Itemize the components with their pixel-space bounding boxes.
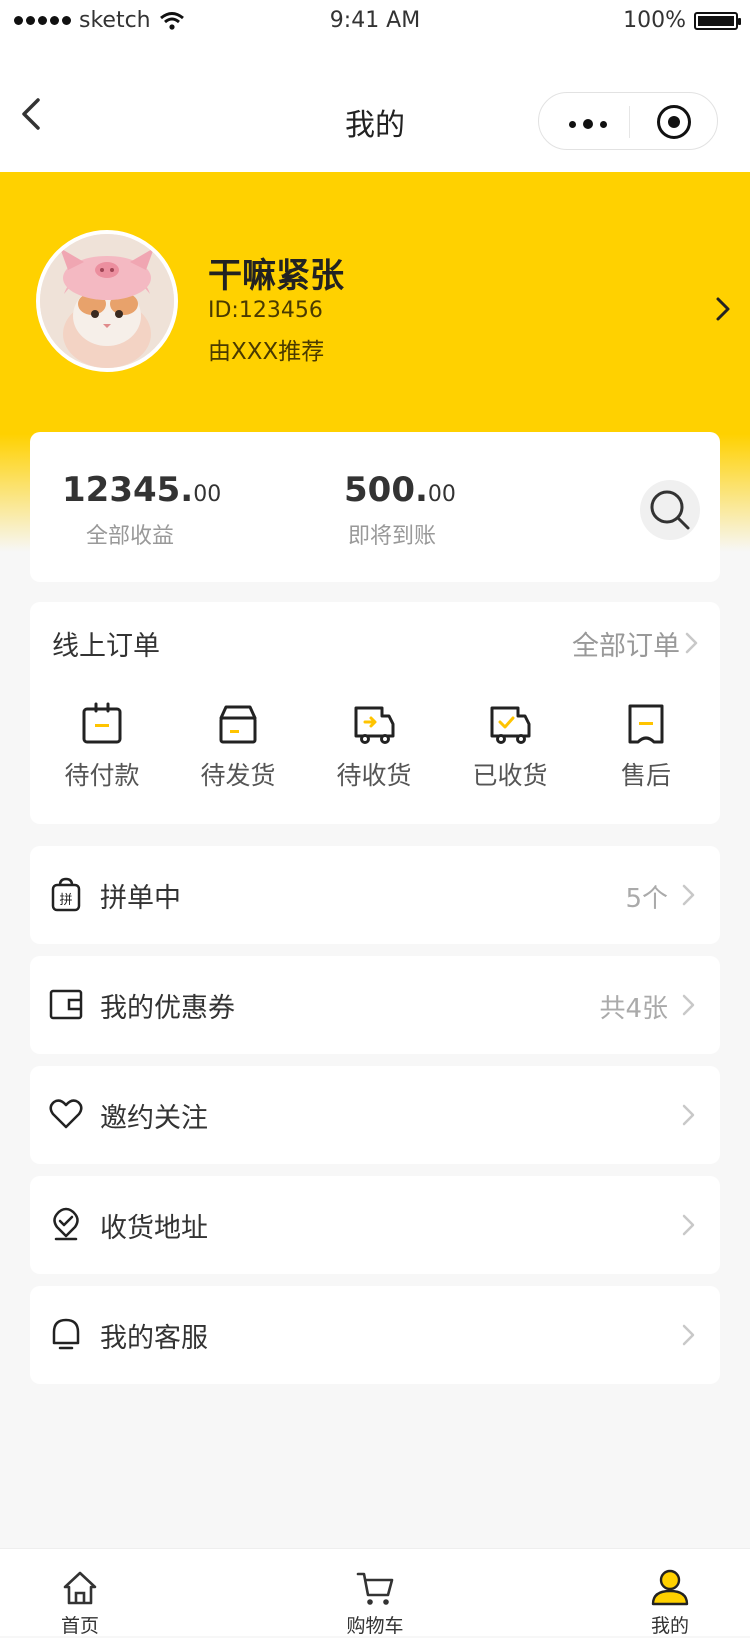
order-status-label: 待付款: [64, 761, 140, 790]
order-status-label: 待发货: [200, 761, 276, 790]
profile-chevron-right-icon[interactable]: [710, 296, 736, 322]
location-pin-icon: [53, 1207, 79, 1241]
search-icon: [650, 490, 690, 530]
all-orders-chevron-icon[interactable]: [682, 630, 700, 656]
battery-status: 100%: [623, 8, 741, 33]
battery-percent: 100%: [623, 8, 686, 33]
order-pending-receipt[interactable]: 待收货: [308, 702, 440, 792]
pending-earnings-label: 即将到账: [348, 524, 437, 549]
tab-label: 首页: [60, 1615, 99, 1637]
chevron-right-icon: [682, 884, 695, 906]
customer-service-icon: [52, 1318, 80, 1350]
capsule-divider: [629, 106, 630, 138]
total-earnings-value: 12345.00: [62, 470, 222, 510]
total-earnings-label: 全部收益: [86, 524, 175, 549]
status-bar: sketch 9:41 AM 100%: [0, 0, 750, 44]
menu-label: 邀约关注: [100, 1103, 208, 1134]
pending-payment-icon: [82, 702, 122, 744]
nav-bar: 我的: [0, 44, 750, 172]
menu-row-customer-service[interactable]: 我的客服: [30, 1286, 720, 1384]
order-after-sales[interactable]: 售后: [580, 702, 712, 792]
referrer-text: 由XXX推荐: [208, 339, 325, 365]
cart-icon: [356, 1572, 394, 1605]
received-icon: [490, 706, 531, 744]
menu-value: 共4张: [599, 994, 668, 1024]
home-icon: [63, 1571, 97, 1605]
menu-label: 我的优惠券: [100, 993, 235, 1024]
user-name: 干嘛紧张: [208, 256, 344, 296]
chevron-right-icon: [682, 1104, 695, 1126]
all-orders-link[interactable]: 全部订单: [572, 624, 680, 663]
pending-receipt-icon: [354, 706, 395, 744]
pending-shipment-icon: [219, 705, 257, 744]
menu-row-coupons[interactable]: 我的优惠券 共4张: [30, 956, 720, 1054]
order-status-label: 待收货: [336, 761, 412, 790]
battery-icon: [694, 11, 741, 30]
orders-title: 线上订单: [52, 631, 160, 662]
user-id: ID:123456: [208, 298, 323, 323]
heart-icon: [49, 1099, 83, 1129]
svg-text:拼: 拼: [59, 893, 72, 908]
miniprogram-capsule: [538, 92, 718, 150]
user-icon: [651, 1569, 689, 1606]
search-button[interactable]: [640, 480, 700, 540]
tab-cart[interactable]: 购物车: [315, 1549, 435, 1638]
more-icon[interactable]: [569, 119, 607, 129]
tab-bar: 首页 购物车 我的: [0, 1548, 750, 1638]
chevron-right-icon: [682, 1214, 695, 1236]
chevron-right-icon: [682, 994, 695, 1016]
tab-mine[interactable]: 我的: [610, 1549, 730, 1638]
menu-label: 拼单中: [100, 883, 181, 914]
avatar[interactable]: [36, 230, 178, 372]
order-pending-shipment[interactable]: 待发货: [172, 702, 304, 792]
pending-earnings-value: 500.00: [344, 470, 456, 510]
tab-label: 我的: [650, 1615, 689, 1637]
after-sales-icon: [628, 704, 664, 744]
menu-row-address[interactable]: 收货地址: [30, 1176, 720, 1274]
menu-label: 收货地址: [100, 1213, 208, 1244]
tab-home[interactable]: 首页: [20, 1549, 140, 1638]
menu-label: 我的客服: [100, 1323, 208, 1354]
cat-avatar-image: [40, 234, 174, 368]
group-buy-icon: 拼: [51, 877, 81, 912]
order-pending-payment[interactable]: 待付款: [36, 702, 168, 792]
chevron-right-icon: [682, 1324, 695, 1346]
order-received[interactable]: 已收货: [444, 702, 576, 792]
menu-row-group-buy[interactable]: 拼 拼单中 5个: [30, 846, 720, 944]
menu-row-follow[interactable]: 邀约关注: [30, 1066, 720, 1164]
close-target-icon[interactable]: [657, 105, 691, 139]
coupon-wallet-icon: [49, 989, 83, 1020]
order-status-label: 售后: [620, 761, 671, 790]
menu-value: 5个: [625, 884, 668, 914]
tab-label: 购物车: [346, 1615, 404, 1637]
order-status-label: 已收货: [472, 761, 548, 790]
